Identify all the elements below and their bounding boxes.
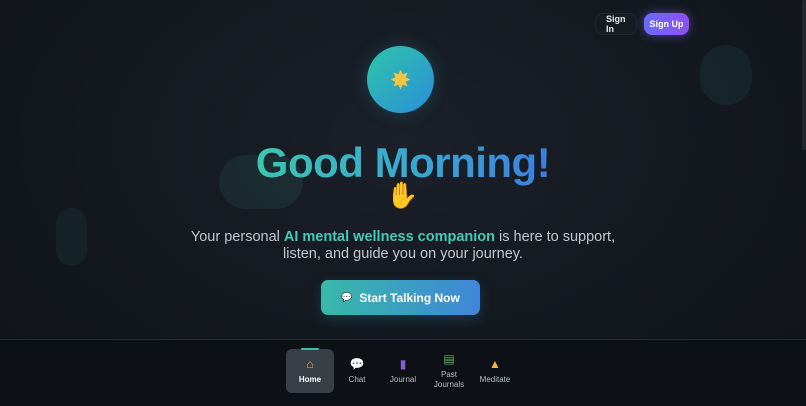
nav-item-label: Chat: [348, 375, 366, 384]
cta-label: Start Talking Now: [359, 290, 460, 305]
nav-item-home[interactable]: ⌂ Home: [286, 348, 334, 393]
nav-item-label: Past Journals: [433, 370, 465, 389]
sun-icon: ✸: [389, 64, 412, 95]
nav-item-chat[interactable]: 💬 Chat: [334, 349, 380, 393]
background-blob: [700, 45, 752, 105]
subtitle-text: Your personal: [190, 229, 284, 245]
sign-up-button[interactable]: Sign Up: [644, 13, 689, 35]
auth-buttons: Sign In Sign Up: [595, 13, 689, 35]
sign-in-button[interactable]: Sign In: [595, 13, 637, 35]
speech-bubble-icon: 💬: [341, 292, 353, 302]
nav-item-label: Journal: [389, 375, 417, 384]
nav-item-meditate[interactable]: ▲ Meditate: [472, 349, 518, 393]
bottom-nav: ⌂ Home 💬 Chat ▮ Journal ▤ Past Journals …: [286, 348, 518, 393]
nav-item-journal[interactable]: ▮ Journal: [380, 349, 426, 393]
speech-bubble-icon: 💬: [349, 357, 365, 371]
start-talking-button[interactable]: 💬 Start Talking Now: [321, 280, 480, 315]
subtitle-highlight: AI mental wellness companion: [283, 229, 495, 245]
sun-badge: ✸: [367, 46, 434, 113]
books-icon: ▤: [443, 352, 455, 366]
nav-item-past-journals[interactable]: ▤ Past Journals: [426, 349, 472, 393]
scrollbar[interactable]: [802, 0, 806, 150]
nav-item-label: Home: [298, 375, 322, 384]
background-blob: [56, 208, 87, 266]
waving-hand-icon: ✋: [386, 180, 419, 210]
hero-subtitle: Your personal AI mental wellness compani…: [170, 229, 636, 263]
meditation-icon: ▲: [489, 357, 501, 371]
house-icon: ⌂: [306, 357, 314, 371]
nav-item-label: Meditate: [479, 375, 511, 384]
notebook-icon: ▮: [399, 357, 407, 371]
